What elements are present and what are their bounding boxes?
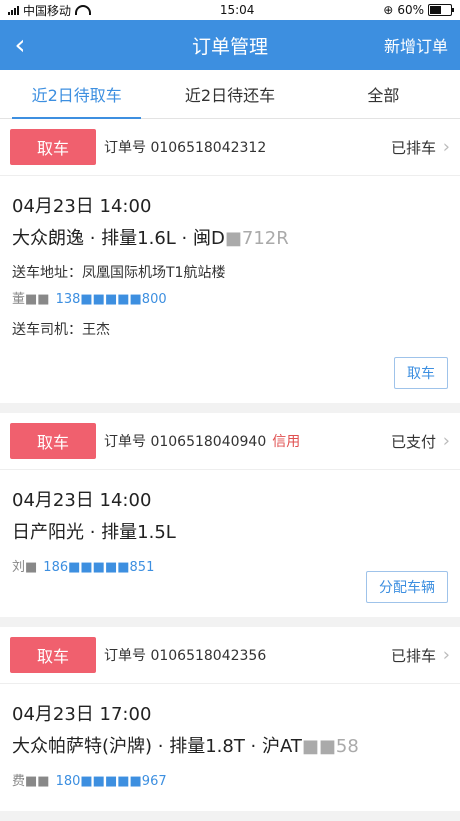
- order-status: 已排车: [390, 138, 436, 157]
- customer-name: 费■■: [12, 774, 50, 789]
- order-body: 04月23日 17:00 大众帕萨特(沪牌) · 排量1.8T · 沪AT■■5…: [0, 684, 460, 811]
- customer-phone[interactable]: 186■■■■■851: [43, 560, 154, 575]
- delivery-driver: 送车司机：王杰: [12, 322, 110, 338]
- order-card[interactable]: 取车 订单号 0106518042356 已排车 › 04月23日 17:00 …: [0, 627, 460, 821]
- customer-contact: 董■■ 138■■■■■800: [12, 288, 448, 307]
- credit-tag: 信用: [272, 434, 301, 450]
- battery-icon: [428, 4, 454, 16]
- car-model: 大众朗逸 · 排量1.6L · 闽D: [12, 228, 225, 249]
- car-model: 日产阳光 · 排量1.5L: [12, 522, 176, 543]
- plate-blurred: ■712R: [224, 228, 289, 249]
- customer-contact: 费■■ 180■■■■■967: [12, 770, 448, 789]
- tab-return-2days[interactable]: 近2日待还车: [153, 70, 306, 118]
- delivery-address: 送车地址：凤凰国际机场T1航站楼: [12, 265, 226, 281]
- customer-name: 董■■: [12, 292, 50, 307]
- plate-blurred: ■■58: [301, 736, 359, 757]
- pickup-badge: 取车: [10, 637, 96, 673]
- order-number: 订单号 0106518040940: [104, 434, 267, 450]
- battery-fill: [430, 6, 441, 14]
- signal-icon: [8, 5, 19, 15]
- chevron-right-icon: ›: [442, 644, 450, 666]
- order-body: 04月23日 14:00 大众朗逸 · 排量1.6L · 闽D■712R 送车地…: [0, 176, 460, 403]
- order-time: 04月23日 14:00: [12, 490, 152, 511]
- order-time: 04月23日 17:00: [12, 704, 152, 725]
- pickup-badge: 取车: [10, 423, 96, 459]
- chevron-left-icon: ‹: [14, 28, 26, 61]
- order-header[interactable]: 取车 订单号 0106518040940 信用 已支付 ›: [0, 413, 460, 470]
- chevron-right-icon: ›: [442, 430, 450, 452]
- carrier: 中国移动: [23, 3, 72, 18]
- order-header[interactable]: 取车 订单号 0106518042356 已排车 ›: [0, 627, 460, 684]
- customer-name: 刘■: [12, 560, 38, 575]
- tab-pickup-2days[interactable]: 近2日待取车: [0, 70, 153, 119]
- status-left: 中国移动: [8, 2, 92, 19]
- car-info: 大众朗逸 · 排量1.6L · 闽D■712R: [12, 224, 448, 250]
- order-time: 04月23日 14:00: [12, 196, 152, 217]
- status-right: ⊕ 60%: [383, 3, 454, 17]
- order-header[interactable]: 取车 订单号 0106518042312 已排车 ›: [0, 119, 460, 176]
- customer-phone[interactable]: 138■■■■■800: [56, 292, 167, 307]
- order-list: 取车 订单号 0106518042312 已排车 › 04月23日 14:00 …: [0, 119, 460, 821]
- add-order-button[interactable]: 新增订单: [384, 33, 460, 57]
- tab-bar: 近2日待取车 近2日待还车 全部: [0, 70, 460, 119]
- alarm-icon: ⊕: [383, 3, 394, 17]
- order-card[interactable]: 取车 订单号 0106518042312 已排车 › 04月23日 14:00 …: [0, 119, 460, 413]
- order-number: 订单号 0106518042312: [104, 140, 267, 156]
- car-info: 大众帕萨特(沪牌) · 排量1.8T · 沪AT■■58: [12, 732, 448, 758]
- clock: 15:04: [219, 3, 255, 17]
- order-number: 订单号 0106518042356: [104, 648, 267, 664]
- wifi-icon: [75, 5, 92, 15]
- back-button[interactable]: ‹: [0, 20, 40, 70]
- battery-percent: 60%: [397, 3, 424, 17]
- nav-bar: ‹ 订单管理 新增订单: [0, 20, 460, 70]
- order-body: 04月23日 14:00 日产阳光 · 排量1.5L 刘■ 186■■■■■851…: [0, 470, 460, 617]
- pickup-badge: 取车: [10, 129, 96, 165]
- car-model: 大众帕萨特(沪牌) · 排量1.8T · 沪AT: [12, 736, 302, 757]
- status-bar: 中国移动 15:04 ⊕ 60%: [0, 0, 460, 20]
- order-status: 已支付: [390, 432, 436, 451]
- order-status: 已排车: [390, 646, 436, 665]
- pickup-button[interactable]: 取车: [394, 357, 448, 389]
- customer-phone[interactable]: 180■■■■■967: [56, 774, 167, 789]
- order-card[interactable]: 取车 订单号 0106518040940 信用 已支付 › 04月23日 14:…: [0, 413, 460, 627]
- chevron-right-icon: ›: [442, 136, 450, 158]
- tab-all[interactable]: 全部: [307, 70, 460, 118]
- assign-vehicle-button[interactable]: 分配车辆: [366, 571, 448, 603]
